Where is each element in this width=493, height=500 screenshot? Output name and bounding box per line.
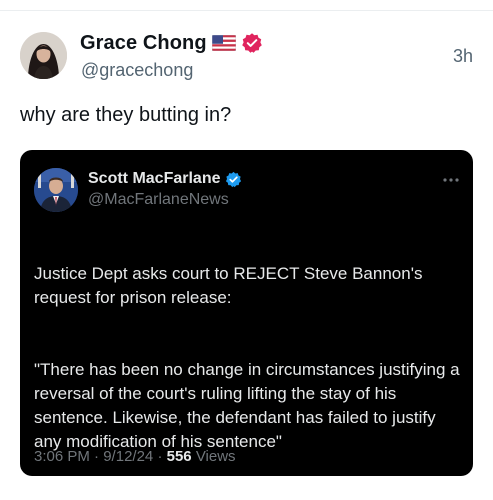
- author-display-name[interactable]: Grace Chong: [80, 32, 207, 55]
- more-horizontal-icon[interactable]: [441, 172, 461, 182]
- quoted-avatar-image: [34, 168, 78, 212]
- verified-badge-icon[interactable]: [225, 171, 242, 188]
- quoted-post-meta: 3:06 PM · 9/12/24 · 556 Views: [34, 448, 236, 465]
- quoted-post-body: Justice Dept asks court to REJECT Steve …: [34, 238, 462, 476]
- author-avatar[interactable]: [20, 32, 67, 79]
- post-page: Grace Chong @gracechong 3h why are they …: [0, 0, 493, 500]
- author-name-line: Grace Chong: [80, 30, 263, 56]
- quoted-post-card[interactable]: Scott MacFarlane @MacFarlaneNews Justice…: [20, 150, 473, 476]
- quoted-paragraph: Justice Dept asks court to REJECT Steve …: [34, 264, 423, 307]
- post-text: why are they butting in?: [20, 104, 232, 126]
- us-flag-icon: [211, 35, 236, 51]
- verified-badge-icon[interactable]: [241, 32, 263, 54]
- quoted-post-date[interactable]: 9/12/24: [103, 448, 153, 465]
- quoted-author-display-name[interactable]: Scott MacFarlane: [88, 170, 220, 188]
- top-divider: [0, 0, 493, 11]
- quoted-paragraph: "There has been no change in circumstanc…: [34, 360, 460, 451]
- views-count: 556: [166, 448, 192, 465]
- quoted-author-name-line: Scott MacFarlane: [88, 170, 242, 188]
- meta-separator: ·: [157, 448, 163, 465]
- quoted-author-avatar[interactable]: [34, 168, 78, 212]
- post-timestamp[interactable]: 3h: [453, 46, 473, 67]
- views-label: Views: [195, 448, 236, 465]
- author-handle[interactable]: @gracechong: [81, 60, 193, 81]
- quoted-post-time[interactable]: 3:06 PM: [34, 448, 90, 465]
- meta-separator: ·: [94, 448, 100, 465]
- quoted-author-handle[interactable]: @MacFarlaneNews: [88, 191, 229, 209]
- avatar-image: [20, 32, 67, 79]
